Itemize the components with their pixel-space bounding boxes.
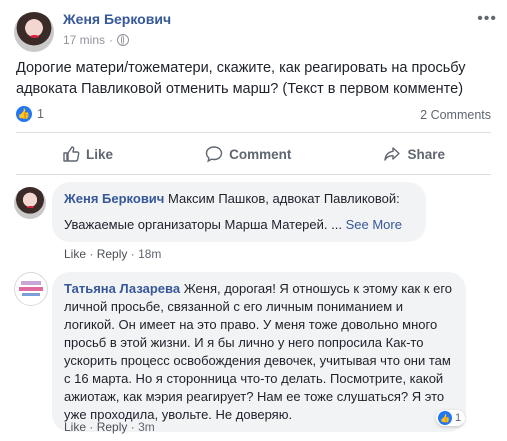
comment-like-link[interactable]: Like bbox=[64, 420, 86, 434]
post-text: Дорогие матери/тожематери, скажите, как … bbox=[16, 60, 466, 97]
separator: · bbox=[89, 420, 94, 434]
comments-count[interactable]: 2 Comments bbox=[420, 108, 491, 122]
comment-label: Comment bbox=[229, 146, 292, 162]
likes-summary[interactable]: 👍 1 bbox=[16, 106, 44, 122]
post-time[interactable]: 17 mins bbox=[63, 33, 105, 47]
post-meta: 17 mins · bbox=[63, 33, 130, 47]
comment-item: Женя Беркович Максим Пашков, адвокат Пав… bbox=[52, 182, 426, 242]
comment-author[interactable]: Женя Беркович bbox=[64, 191, 164, 206]
comment-button[interactable]: Comment bbox=[205, 145, 291, 163]
commenter-avatar[interactable] bbox=[14, 187, 46, 219]
likes-count: 1 bbox=[37, 107, 44, 121]
thumbs-up-badge-icon: 👍 bbox=[16, 106, 32, 122]
share-arrow-icon bbox=[384, 147, 401, 161]
comment-reply-link[interactable]: Reply bbox=[97, 247, 128, 261]
comment-text-line2: Уважаемые организаторы Марша Матерей. ..… bbox=[64, 217, 342, 232]
comment-time[interactable]: 18m bbox=[138, 247, 161, 261]
commenter-avatar[interactable] bbox=[14, 272, 48, 306]
comment-item: Татьяна Лазарева Женя, дорогая! Я отношу… bbox=[52, 272, 466, 432]
more-dots-icon[interactable]: ••• bbox=[477, 10, 497, 28]
see-more-link[interactable]: See More bbox=[346, 217, 402, 232]
divider bbox=[16, 132, 491, 133]
post-actions: Like Comment Share bbox=[16, 145, 491, 163]
comment-bubble-icon bbox=[205, 146, 223, 163]
separator: · bbox=[89, 247, 94, 261]
comment-actions: Like · Reply · 3m bbox=[64, 420, 155, 434]
comment-time[interactable]: 3m bbox=[138, 420, 155, 434]
share-label: Share bbox=[407, 146, 445, 162]
comment-reply-link[interactable]: Reply bbox=[97, 420, 128, 434]
thumbs-up-icon bbox=[63, 146, 80, 162]
share-button[interactable]: Share bbox=[383, 145, 445, 163]
like-button[interactable]: Like bbox=[62, 145, 113, 163]
comment-bubble: Женя Беркович Максим Пашков, адвокат Пав… bbox=[52, 182, 426, 242]
divider bbox=[16, 174, 491, 175]
comment-text-line1: Максим Пашков, адвокат Павликовой: bbox=[167, 191, 400, 206]
comment-reactions[interactable]: 👍 1 bbox=[436, 410, 466, 426]
comment-actions: Like · Reply · 18m bbox=[64, 247, 161, 261]
meta-separator: · bbox=[109, 33, 114, 47]
reaction-count: 1 bbox=[455, 412, 462, 424]
separator: · bbox=[130, 247, 135, 261]
globe-icon[interactable] bbox=[117, 34, 130, 46]
facebook-post: Женя Беркович 17 mins · ••• Дорогие мате… bbox=[0, 0, 507, 441]
comment-text: Женя, дорогая! Я отношусь к этому как к … bbox=[64, 281, 453, 422]
comment-like-link[interactable]: Like bbox=[64, 247, 86, 261]
comment-bubble: Татьяна Лазарева Женя, дорогая! Я отношу… bbox=[52, 272, 466, 432]
author-avatar[interactable] bbox=[14, 12, 54, 52]
comment-author[interactable]: Татьяна Лазарева bbox=[64, 281, 180, 296]
thumbs-up-badge-icon: 👍 bbox=[438, 411, 452, 425]
like-label: Like bbox=[86, 146, 114, 162]
separator: · bbox=[130, 420, 135, 434]
post-author-name[interactable]: Женя Беркович bbox=[63, 11, 171, 27]
